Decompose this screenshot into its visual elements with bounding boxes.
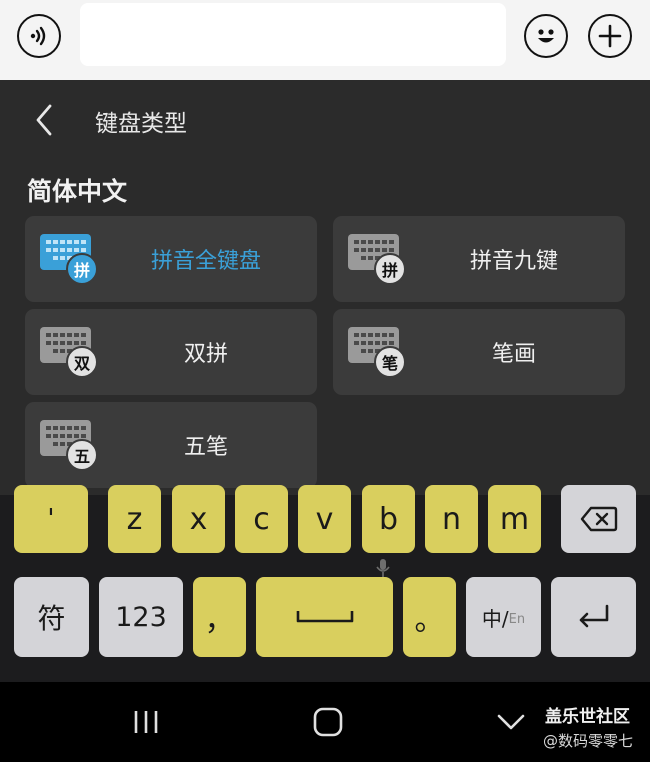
numbers-key[interactable]: 123 (99, 577, 183, 657)
key-x[interactable]: x (172, 485, 225, 553)
keyboard-icon: 笔 (348, 327, 406, 379)
keyboard-icon: 五 (40, 420, 98, 472)
chat-input-bar (0, 0, 650, 80)
backspace-icon (580, 506, 617, 532)
enter-icon (579, 604, 608, 628)
option-pinyin-9key[interactable]: 拼 拼音九键 (333, 216, 625, 302)
key-v[interactable]: v (298, 485, 351, 553)
key-apostrophe[interactable]: ' (14, 485, 88, 553)
key-n[interactable]: n (425, 485, 478, 553)
key-b[interactable]: b (362, 485, 415, 553)
option-label: 拼音九键 (469, 249, 558, 274)
option-label: 五笔 (183, 435, 228, 460)
mic-icon (376, 559, 390, 577)
keyboard-icon: 双 (40, 327, 98, 379)
language-sub-label: En (508, 611, 526, 627)
key-c[interactable]: c (235, 485, 288, 553)
chevron-down-icon[interactable] (496, 712, 526, 732)
keyboard-icon: 拼 (40, 234, 98, 286)
option-shuangpin[interactable]: 双 双拼 (25, 309, 317, 395)
key-z[interactable]: z (108, 485, 161, 553)
space-key[interactable] (256, 559, 393, 657)
backspace-key[interactable] (561, 485, 636, 553)
space-bar-icon (296, 611, 353, 623)
option-stroke[interactable]: 笔 笔画 (333, 309, 625, 395)
chevron-left-icon (36, 104, 52, 136)
option-label: 拼音全键盘 (150, 249, 261, 274)
key-m[interactable]: m (488, 485, 541, 553)
language-switch-key[interactable]: 中/En (466, 577, 541, 657)
watermark-title: 盖乐世社区 (545, 707, 630, 727)
comma-key[interactable]: ， (193, 577, 246, 657)
soft-keyboard: ' z x c v b n m 符 123 ， 。 中/En (0, 485, 650, 682)
emoji-button[interactable] (524, 14, 568, 58)
plus-icon (598, 24, 622, 48)
system-nav-bar: 盖乐世社区 @数码零零七 (0, 682, 650, 762)
more-button[interactable] (588, 14, 632, 58)
period-key[interactable]: 。 (403, 577, 456, 657)
panel-title: 键盘类型 (95, 111, 187, 137)
smiley-icon (538, 29, 554, 43)
option-label: 双拼 (183, 342, 228, 367)
home-icon[interactable] (312, 706, 344, 738)
symbols-key[interactable]: 符 (14, 577, 89, 657)
watermark-handle: @数码零零七 (543, 732, 634, 750)
voice-wave-icon (30, 26, 46, 46)
option-wubi[interactable]: 五 五笔 (25, 402, 317, 488)
message-input[interactable] (80, 3, 506, 66)
option-pinyin-full[interactable]: 拼 拼音全键盘 (25, 216, 317, 302)
language-main-label: 中/ (481, 606, 509, 631)
keyboard-type-panel: 键盘类型 简体中文 拼 拼音全键盘 拼 拼音九键 双 双拼 笔 笔画 五 五笔 (0, 80, 650, 495)
enter-key[interactable] (551, 577, 636, 657)
back-button[interactable] (30, 102, 60, 138)
keyboard-icon: 拼 (348, 234, 406, 286)
option-label: 笔画 (491, 342, 536, 367)
voice-input-button[interactable] (17, 14, 61, 58)
recent-apps-icon[interactable] (132, 709, 160, 735)
section-title: 简体中文 (27, 177, 128, 206)
